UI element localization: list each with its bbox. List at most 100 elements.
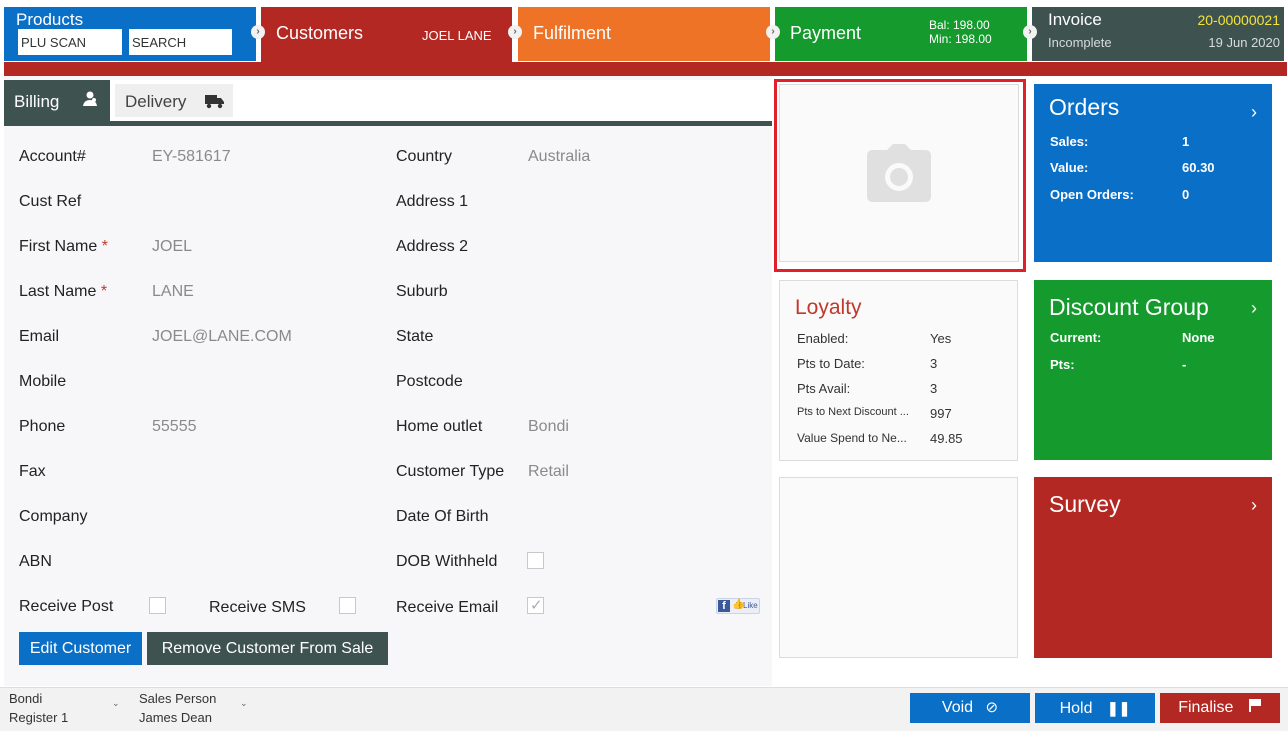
chevron-right-icon: ›	[1251, 495, 1257, 515]
email-value[interactable]: JOEL@LANE.COM	[152, 328, 292, 346]
customer-photo-box[interactable]	[779, 84, 1019, 262]
tab-billing[interactable]: Billing	[4, 80, 110, 126]
phone-value[interactable]: 55555	[152, 418, 197, 436]
first-name-value[interactable]: JOEL	[152, 238, 192, 256]
sales-person-selector[interactable]: Sales Person James Dean ⌄	[130, 688, 260, 731]
plu-scan-input[interactable]	[18, 29, 122, 55]
last-name-label-text: Last Name	[19, 283, 97, 300]
flag-icon	[1248, 693, 1262, 723]
sales-person-name: James Dean	[139, 710, 212, 725]
suburb-label: Suburb	[396, 283, 448, 300]
tab-billing-label: Billing	[14, 92, 60, 111]
tab-delivery-label: Delivery	[125, 92, 187, 111]
loyalty-panel[interactable]: Loyalty Enabled: Yes Pts to Date: 3 Pts …	[779, 280, 1018, 461]
loyalty-pts-to-date-label: Pts to Date:	[797, 356, 865, 371]
minimum-label: Min: 198.00	[929, 32, 992, 46]
discount-current-value: None	[1182, 330, 1215, 345]
required-mark: *	[100, 283, 108, 300]
no-entry-icon: ⊘	[985, 699, 999, 716]
loyalty-pts-avail-label: Pts Avail:	[797, 381, 851, 396]
footer-bar: Bondi Register 1 ⌄ Sales Person James De…	[0, 687, 1288, 731]
edit-customer-button[interactable]: Edit Customer	[19, 632, 142, 665]
orders-tile[interactable]: Orders › Sales: 1 Value: 60.30 Open Orde…	[1034, 84, 1272, 262]
dob-withheld-label: DOB Withheld	[396, 553, 498, 570]
country-label: Country	[396, 148, 453, 165]
discount-group-tile[interactable]: Discount Group › Current: None Pts: -	[1034, 280, 1272, 460]
discount-group-title: Discount Group	[1049, 294, 1209, 320]
balance-label: Bal: 198.00	[929, 18, 990, 32]
survey-tile[interactable]: Survey ›	[1034, 477, 1272, 658]
discount-pts-value: -	[1182, 357, 1187, 372]
chevron-right-icon: ›	[1251, 298, 1257, 318]
discount-current-label: Current:	[1050, 330, 1102, 345]
loyalty-enabled-value: Yes	[930, 331, 952, 346]
orders-value-label: Value:	[1050, 160, 1089, 175]
orders-open-value: 0	[1182, 187, 1190, 202]
dropdown-icon: ⌄	[112, 698, 120, 708]
last-name-label: Last Name *	[19, 283, 107, 301]
tab-customers[interactable]: Customers JOEL LANE	[261, 7, 512, 63]
hold-label: Hold	[1059, 700, 1093, 717]
loyalty-value-spend-label: Value Spend to Ne...	[797, 431, 907, 445]
dropdown-icon: ⌄	[240, 698, 248, 708]
loyalty-title: Loyalty	[795, 296, 862, 319]
hold-button[interactable]: Hold ❚❚	[1035, 693, 1155, 723]
abn-label: ABN	[19, 553, 52, 570]
camera-icon	[867, 144, 931, 207]
receive-sms-checkbox[interactable]	[339, 597, 356, 614]
receive-post-checkbox[interactable]	[149, 597, 166, 614]
account-label: Account#	[19, 148, 86, 165]
chevron-right-icon: ›	[1251, 102, 1257, 122]
loyalty-pts-to-date-value: 3	[930, 356, 938, 371]
tab-delivery[interactable]: Delivery	[115, 84, 233, 117]
last-name-value[interactable]: LANE	[152, 283, 194, 301]
tab-payment[interactable]: Payment Bal: 198.00 Min: 198.00	[775, 7, 1027, 61]
subtab-underline	[4, 121, 772, 126]
customer-form-panel	[4, 76, 772, 686]
receive-email-checkbox[interactable]	[527, 596, 544, 614]
top-navigation: Products › Customers JOEL LANE › Fulfilm…	[0, 0, 1288, 63]
tab-payment-title: Payment	[790, 23, 862, 43]
customer-type-value[interactable]: Retail	[528, 463, 569, 481]
address1-label: Address 1	[396, 193, 469, 210]
orders-value-value: 60.30	[1182, 160, 1215, 175]
chevron-right-icon: ›	[1023, 25, 1037, 39]
register-label: Register 1	[9, 710, 69, 725]
dob-withheld-checkbox[interactable]	[527, 552, 544, 569]
sales-person-label: Sales Person	[139, 691, 217, 706]
orders-sales-value: 1	[1182, 134, 1190, 149]
home-outlet-label: Home outlet	[396, 418, 483, 435]
search-input[interactable]	[129, 29, 232, 55]
receive-post-label: Receive Post	[19, 598, 114, 615]
customer-type-label: Customer Type	[396, 463, 505, 480]
finalise-button[interactable]: Finalise	[1160, 693, 1280, 723]
discount-pts-label: Pts:	[1050, 357, 1075, 372]
loyalty-pts-avail-value: 3	[930, 381, 938, 396]
home-outlet-value[interactable]: Bondi	[528, 418, 569, 436]
finalise-label: Finalise	[1178, 699, 1234, 717]
remove-customer-button[interactable]: Remove Customer From Sale	[147, 632, 388, 665]
email-label: Email	[19, 328, 60, 345]
outlet-selector[interactable]: Bondi Register 1 ⌄	[0, 688, 125, 731]
dob-label: Date Of Birth	[396, 508, 489, 525]
chevron-right-icon: ›	[251, 25, 265, 39]
loyalty-pts-next-value: 997	[930, 406, 952, 421]
country-value[interactable]: Australia	[528, 148, 590, 166]
cust-ref-label: Cust Ref	[19, 193, 82, 210]
tab-customers-title: Customers	[276, 23, 364, 43]
tab-invoice-title: Invoice	[1048, 10, 1102, 29]
address2-label: Address 2	[396, 238, 469, 255]
facebook-like-button[interactable]: f 👍 Like	[716, 598, 760, 614]
void-button[interactable]: Void ⊘	[910, 693, 1030, 723]
loyalty-enabled-label: Enabled:	[797, 331, 849, 346]
truck-icon	[205, 93, 225, 114]
tab-invoice[interactable]: Invoice 20-00000021 Incomplete 19 Jun 20…	[1032, 7, 1284, 61]
loyalty-value-spend-value: 49.85	[930, 431, 963, 446]
orders-sales-label: Sales:	[1050, 134, 1089, 149]
tab-fulfilment[interactable]: Fulfilment	[518, 7, 770, 61]
active-tab-bar	[4, 62, 1287, 76]
account-value[interactable]: EY-581617	[152, 148, 231, 166]
tab-fulfilment-title: Fulfilment	[533, 23, 612, 43]
void-label: Void	[941, 699, 974, 716]
fb-like-label: Like	[743, 601, 758, 610]
